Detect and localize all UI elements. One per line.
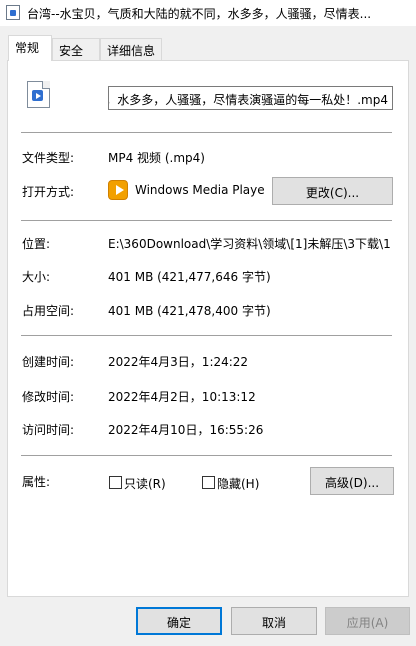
cancel-button[interactable]: 取消 xyxy=(231,607,317,635)
readonly-checkbox[interactable] xyxy=(109,476,122,489)
general-panel xyxy=(7,60,409,597)
location-label: 位置: xyxy=(22,237,51,251)
file-type-value: MP4 视频 (.mp4) xyxy=(108,151,205,165)
media-file-icon xyxy=(27,81,50,108)
apply-button[interactable]: 应用(A) xyxy=(325,607,410,635)
created-value: 2022年4月3日，1:24:22 xyxy=(108,355,249,369)
file-name-input[interactable]: ，水多多，人骚骚，尽情表演骚逼的每一私处！.mp4 xyxy=(108,86,393,110)
tab-security[interactable]: 安全 xyxy=(52,38,100,60)
accessed-label: 访问时间: xyxy=(22,423,75,437)
ok-button[interactable]: 确定 xyxy=(136,607,222,635)
change-button[interactable]: 更改(C)... xyxy=(272,177,393,205)
opens-with-value: Windows Media Playe xyxy=(135,183,265,197)
divider xyxy=(21,335,392,336)
modified-value: 2022年4月2日，10:13:12 xyxy=(108,390,256,404)
hidden-label[interactable]: 隐藏(H) xyxy=(217,475,259,492)
tab-general[interactable]: 常规 xyxy=(8,35,52,61)
size-label: 大小: xyxy=(22,270,51,284)
size-on-disk-value: 401 MB (421,478,400 字节) xyxy=(108,304,271,318)
divider xyxy=(21,220,392,221)
size-on-disk-label: 占用空间: xyxy=(22,304,75,318)
hidden-checkbox[interactable] xyxy=(202,476,215,489)
file-name-text: ，水多多，人骚骚，尽情表演骚逼的每一私处！.mp4 xyxy=(108,93,388,107)
advanced-button[interactable]: 高级(D)... xyxy=(310,467,394,495)
accessed-value: 2022年4月10日，16:55:26 xyxy=(108,423,264,437)
file-type-label: 文件类型: xyxy=(22,151,75,165)
readonly-label[interactable]: 只读(R) xyxy=(124,475,166,492)
file-properties-icon xyxy=(6,5,20,20)
divider xyxy=(21,455,392,456)
modified-label: 修改时间: xyxy=(22,390,75,404)
windows-media-player-icon xyxy=(108,180,128,200)
location-value: E:\360Download\学习资料\领域\[1]未解压\3下载\1 xyxy=(108,237,391,251)
tab-details[interactable]: 详细信息 xyxy=(100,38,162,60)
opens-with-label: 打开方式: xyxy=(22,185,75,199)
divider xyxy=(21,132,392,133)
size-value: 401 MB (421,477,646 字节) xyxy=(108,270,271,284)
created-label: 创建时间: xyxy=(22,355,75,369)
attributes-label: 属性: xyxy=(22,475,51,489)
title-bar: 台湾--水宝贝，气质和大陆的就不同，水多多，人骚骚，尽情表... xyxy=(0,0,416,26)
window-title: 台湾--水宝贝，气质和大陆的就不同，水多多，人骚骚，尽情表... xyxy=(27,7,372,21)
